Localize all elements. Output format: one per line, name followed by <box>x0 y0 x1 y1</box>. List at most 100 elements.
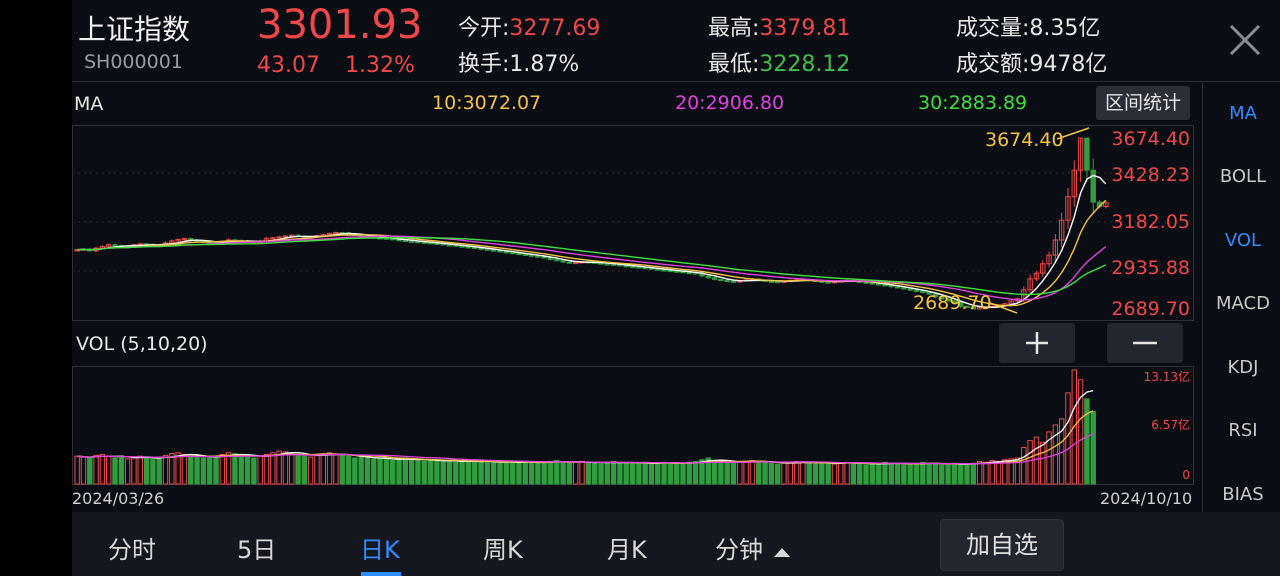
volume-bar <box>882 461 888 485</box>
candle-body <box>901 287 907 290</box>
volume-bar <box>655 462 661 485</box>
volume-bar <box>743 460 749 485</box>
low-stat: 最低:3228.12 <box>708 46 850 78</box>
candle-body <box>402 239 409 243</box>
sidebar-item-vol[interactable]: VOL <box>1206 230 1280 251</box>
candle-body <box>459 245 465 248</box>
volume-bar <box>995 460 1002 485</box>
volume-bar <box>560 461 566 485</box>
tab-intraday[interactable]: 分时 <box>108 530 156 565</box>
volume-bar <box>831 463 838 485</box>
volume-bar <box>787 461 794 485</box>
volume-axis-label: 13.13亿 <box>1144 369 1190 384</box>
volume-bar <box>989 460 995 485</box>
volume-bar <box>459 460 465 485</box>
caret-up-icon <box>773 548 790 557</box>
sidebar-item-boll[interactable]: BOLL <box>1206 166 1280 187</box>
candle-body <box>730 280 737 283</box>
volume-bar <box>124 458 131 485</box>
price-chart[interactable]: 3674.40 3428.23 3182.05 2935.88 2689.70 3674… <box>72 125 1196 322</box>
index-title: 上证指数 <box>78 13 191 46</box>
high-value: 3379.81 <box>759 16 851 41</box>
volume-bar <box>396 458 402 485</box>
turnover-label: 换手: <box>458 52 510 77</box>
tab-daily-k[interactable]: 日K <box>360 530 400 565</box>
candle-body <box>560 260 566 263</box>
open-stat: 今开:3277.69 <box>458 10 600 42</box>
tab-minute[interactable]: 分钟 <box>715 530 791 565</box>
volume-bar <box>440 460 446 485</box>
volume-bar <box>169 453 175 485</box>
price-axis-label: 2689.70 <box>1111 298 1190 320</box>
volume-bar <box>93 454 99 485</box>
volume-bar <box>484 460 491 485</box>
zoom-out-button[interactable] <box>1107 323 1183 363</box>
ma10-value: 10:3072.07 <box>432 92 542 114</box>
sidebar-item-rsi[interactable]: RSI <box>1206 420 1280 441</box>
volume-bar <box>402 457 409 485</box>
price-chart-frame <box>72 125 1194 321</box>
volume-bar <box>206 456 213 485</box>
sidebar-item-bias[interactable]: BIAS <box>1206 484 1280 505</box>
volume-axis-label: 6.57亿 <box>1151 417 1190 432</box>
tab-monthly-k[interactable]: 月K <box>607 530 647 565</box>
volume-bar <box>1084 398 1090 485</box>
price-axis: 3674.40 3428.23 3182.05 2935.88 2689.70 <box>1111 128 1190 320</box>
range-stats-button[interactable]: 区间统计 <box>1096 86 1190 120</box>
volume-bar <box>490 462 497 485</box>
candle-body <box>516 252 522 256</box>
volume-bar <box>289 453 295 485</box>
volume-bar <box>585 461 592 485</box>
ma20-value: 20:2906.80 <box>675 92 785 114</box>
low-value: 3228.12 <box>759 52 851 77</box>
price-axis-label: 3182.05 <box>1111 211 1190 233</box>
volume-bar <box>446 460 453 485</box>
vol-ma20-line <box>77 433 1094 465</box>
volume-bar <box>598 463 604 485</box>
candle-body <box>655 268 661 271</box>
volume-axis-label: 0 <box>1182 468 1190 482</box>
start-date: 2024/03/26 <box>72 489 165 508</box>
volume-bar <box>225 452 232 485</box>
volume-bar <box>270 452 276 485</box>
end-date: 2024/10/10 <box>1100 489 1193 508</box>
high-label: 最高: <box>708 16 760 41</box>
volume-bar <box>806 462 812 485</box>
volume-bar <box>528 461 535 485</box>
volume-bar <box>692 460 699 485</box>
close-button[interactable] <box>1227 22 1263 58</box>
volume-bar <box>244 456 251 485</box>
volume-bar <box>945 463 951 485</box>
volume-bar <box>768 462 775 485</box>
volume-bar <box>181 453 188 485</box>
ma-lines-group <box>77 174 1107 309</box>
min-price-label: 2689.70 <box>913 292 992 314</box>
tab-weekly-k[interactable]: 周K <box>483 530 523 565</box>
sidebar-item-ma[interactable]: MA <box>1206 103 1280 124</box>
volume-bar <box>472 460 478 485</box>
open-label: 今开: <box>458 16 510 41</box>
volume-bar <box>913 462 920 485</box>
tab-5day[interactable]: 5日 <box>237 530 276 565</box>
volume-bar <box>497 461 503 485</box>
volume-bar <box>869 463 876 485</box>
volume-bar <box>673 463 680 485</box>
volume-bars-group <box>74 369 1096 485</box>
price-axis-label: 3428.23 <box>1111 164 1190 186</box>
volume-bar <box>118 456 125 485</box>
sidebar-item-macd[interactable]: MACD <box>1206 293 1280 314</box>
volume-chart[interactable]: 13.13亿 6.57亿 0 <box>72 366 1196 486</box>
sidebar-item-kdj[interactable]: KDJ <box>1206 357 1280 378</box>
volume-bar <box>547 460 554 485</box>
candle-body <box>869 282 876 285</box>
volume-bar <box>282 451 289 485</box>
zoom-in-button[interactable] <box>999 323 1075 363</box>
volume-bar <box>844 461 850 485</box>
add-favorite-button[interactable]: 加自选 <box>940 519 1064 571</box>
active-tab-indicator <box>361 572 401 576</box>
volume-bar <box>850 462 857 485</box>
candle-body <box>408 240 415 243</box>
volume-bar <box>591 462 598 485</box>
volume-bar <box>623 462 629 485</box>
ma30-line <box>77 236 1107 296</box>
